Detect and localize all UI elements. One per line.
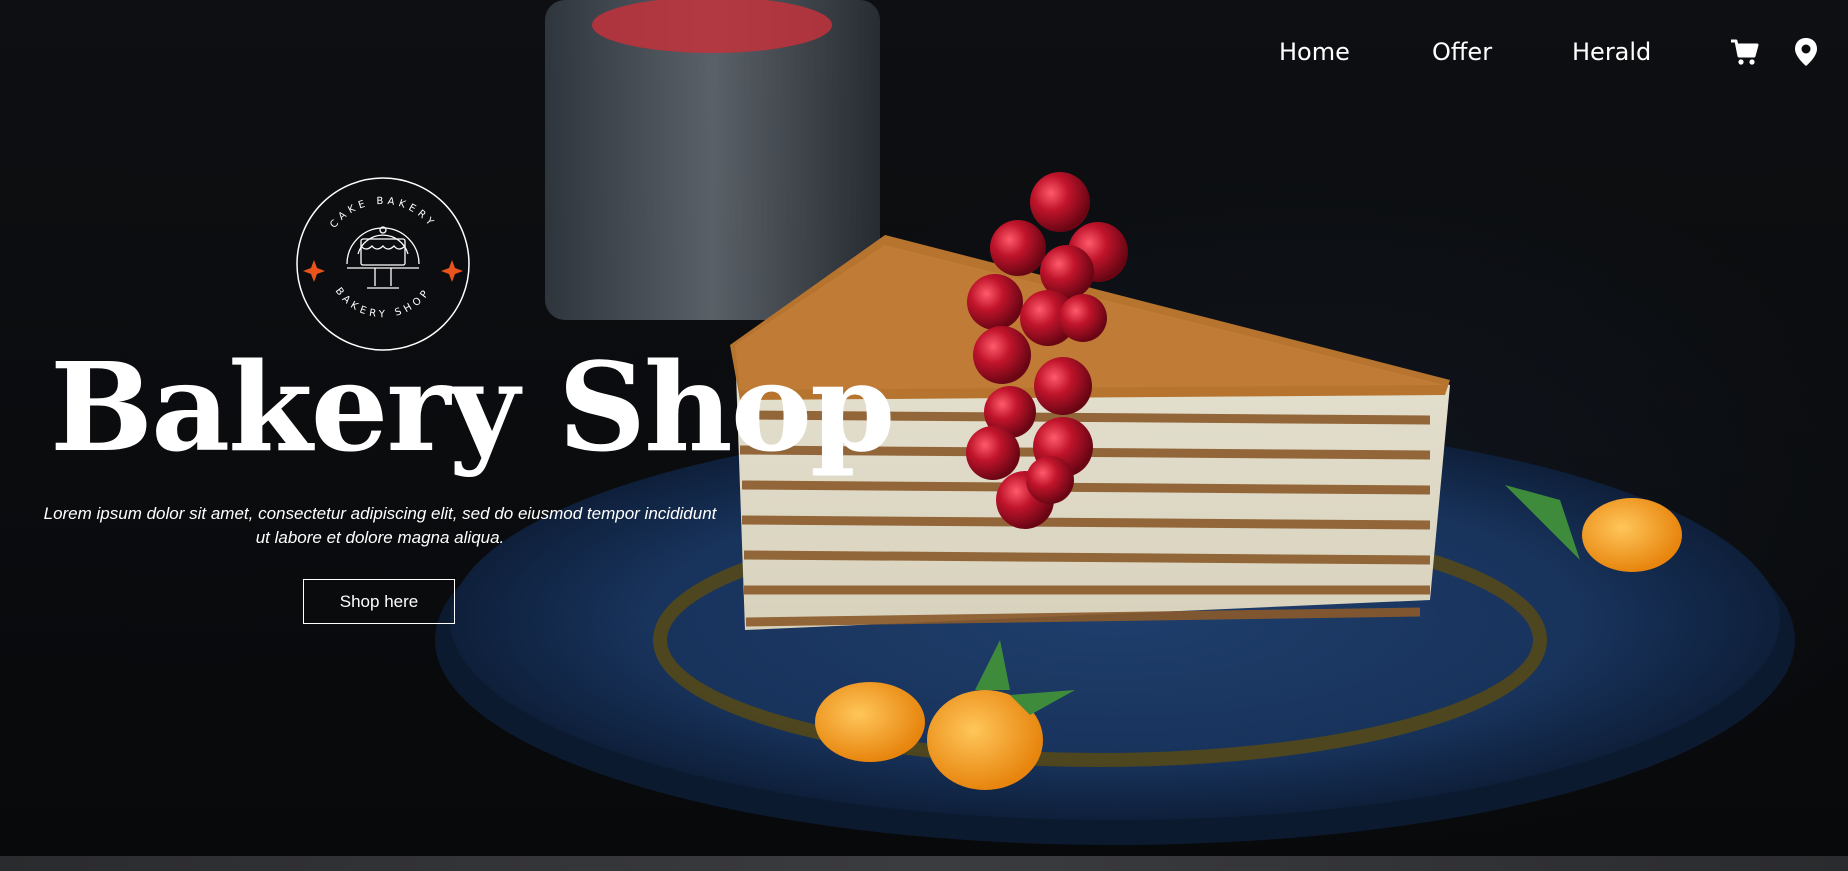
nav-herald-link[interactable]: Herald: [1572, 38, 1651, 66]
top-navigation: Home Offer Herald: [0, 30, 1848, 74]
bakery-logo: CAKE BAKERY BAKERY SHOP: [296, 177, 470, 351]
logo-bottom-text: BAKERY SHOP: [333, 286, 430, 320]
cake-stand-icon: [346, 226, 420, 289]
nav-home-link[interactable]: Home: [1279, 38, 1350, 66]
bottom-strip: [0, 856, 1848, 871]
nav-offer-link[interactable]: Offer: [1432, 38, 1492, 66]
hero-section: Home Offer Herald CAKE BAKERY BAKERY SHO…: [0, 0, 1848, 856]
logo-top-text: CAKE BAKERY: [328, 196, 434, 231]
svg-text:CAKE BAKERY: CAKE BAKERY: [328, 196, 438, 231]
logo-sparkle-icon: [303, 260, 463, 282]
shopping-cart-icon[interactable]: [1728, 36, 1760, 68]
shop-here-button[interactable]: Shop here: [303, 579, 455, 624]
map-pin-icon[interactable]: [1790, 36, 1822, 68]
hero-subtitle: Lorem ipsum dolor sit amet, consectetur …: [43, 504, 717, 547]
svg-text:BAKERY SHOP: BAKERY SHOP: [333, 286, 434, 320]
page-title: Bakery Shop: [50, 335, 895, 479]
